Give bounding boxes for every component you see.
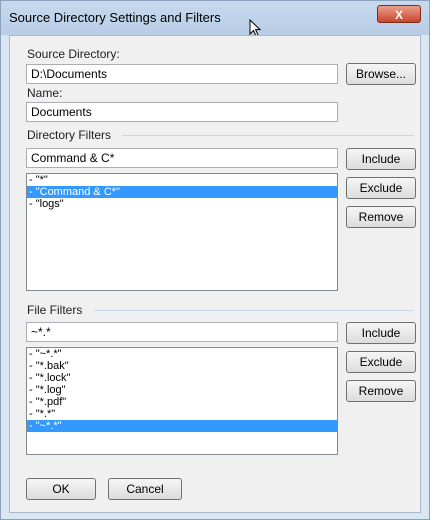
ok-button[interactable]: OK: [26, 478, 96, 500]
source-directory-label: Source Directory:: [27, 47, 120, 61]
file-filter-input[interactable]: ~*.*: [26, 322, 338, 342]
directory-remove-button[interactable]: Remove: [346, 206, 416, 228]
settings-dialog: Source Directory Settings and Filters X …: [0, 0, 430, 520]
file-filters-header: File Filters: [27, 303, 83, 317]
list-item[interactable]: - "*.*": [27, 408, 337, 420]
cancel-button[interactable]: Cancel: [108, 478, 182, 500]
directory-filter-list[interactable]: - "*" - "Command & C*" - "logs": [26, 173, 338, 291]
dialog-content: Source Directory: D:\Documents Browse...…: [9, 35, 421, 513]
list-item[interactable]: - "*.pdf": [27, 396, 337, 408]
list-item[interactable]: - "*.bak": [27, 360, 337, 372]
browse-button[interactable]: Browse...: [346, 63, 416, 85]
title-bar[interactable]: Source Directory Settings and Filters X: [1, 1, 429, 35]
list-item[interactable]: - "*.log": [27, 384, 337, 396]
directory-filters-divider: [122, 135, 414, 136]
directory-filters-header: Directory Filters: [27, 128, 112, 142]
directory-exclude-button[interactable]: Exclude: [346, 177, 416, 199]
list-item[interactable]: - "logs": [27, 198, 337, 210]
list-item[interactable]: - "*.lock": [27, 372, 337, 384]
directory-include-button[interactable]: Include: [346, 148, 416, 170]
window-title: Source Directory Settings and Filters: [9, 10, 221, 25]
list-item[interactable]: - "~*.*": [27, 348, 337, 360]
source-directory-input[interactable]: D:\Documents: [26, 64, 338, 84]
file-remove-button[interactable]: Remove: [346, 380, 416, 402]
file-include-button[interactable]: Include: [346, 322, 416, 344]
name-label: Name:: [27, 86, 63, 100]
file-filters-divider: [94, 310, 414, 311]
close-button[interactable]: X: [377, 5, 421, 23]
file-exclude-button[interactable]: Exclude: [346, 351, 416, 373]
directory-filter-input[interactable]: Command & C*: [26, 148, 338, 168]
list-item-selected[interactable]: - "~*.*": [27, 420, 337, 432]
name-input[interactable]: Documents: [26, 102, 338, 122]
file-filter-list[interactable]: - "~*.*" - "*.bak" - "*.lock" - "*.log" …: [26, 347, 338, 455]
list-item-selected[interactable]: - "Command & C*": [27, 186, 337, 198]
list-item[interactable]: - "*": [27, 174, 337, 186]
